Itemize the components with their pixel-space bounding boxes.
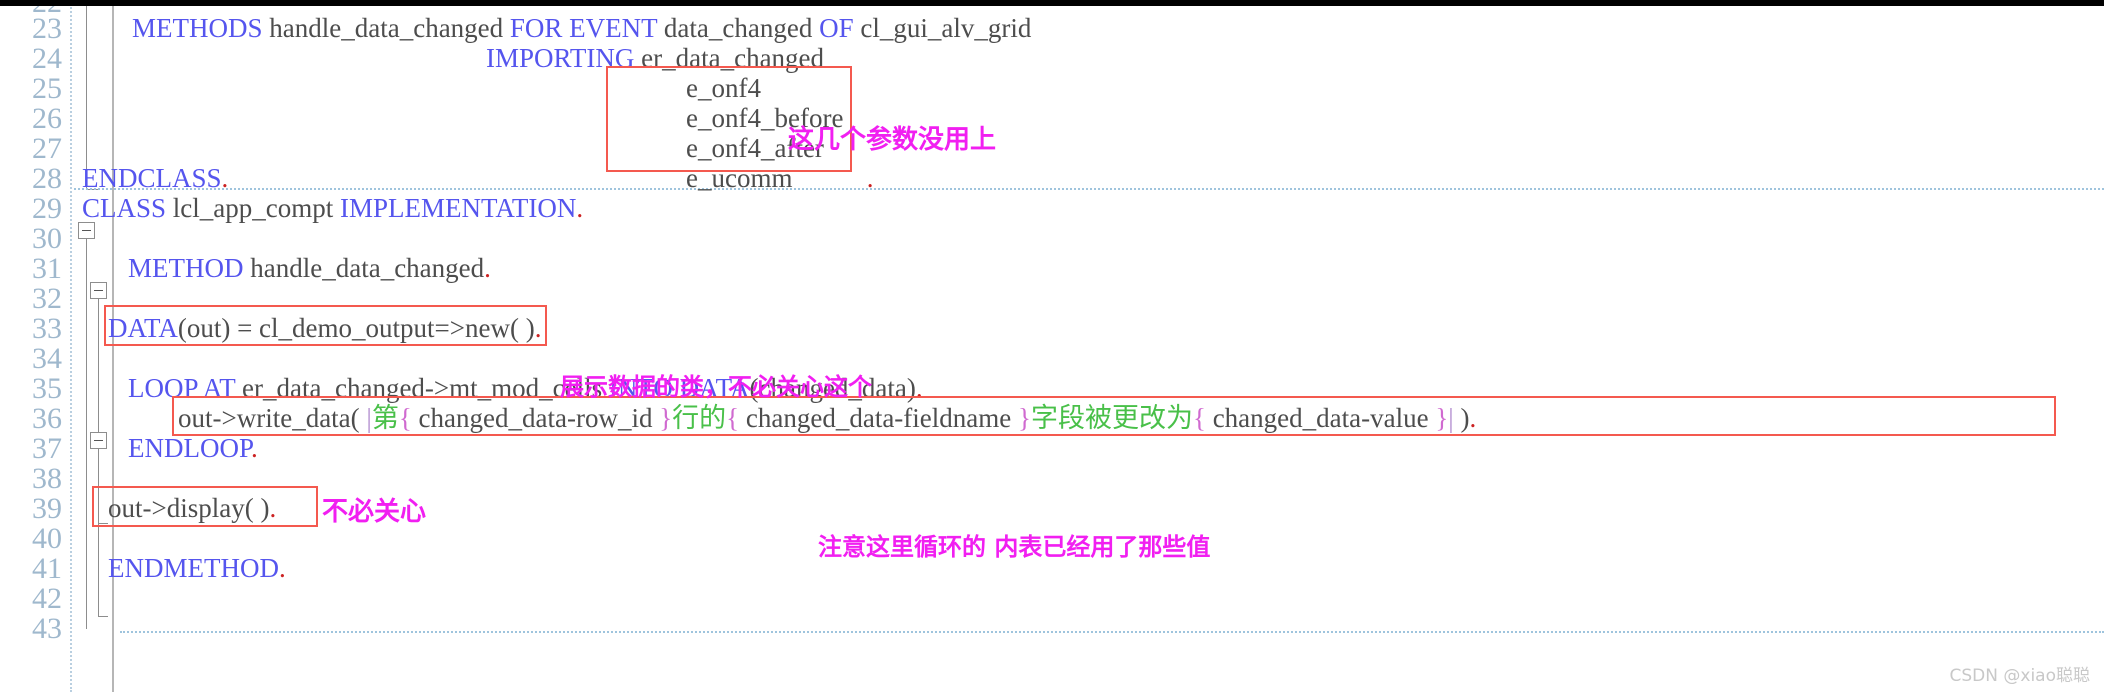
statement-period: .	[278, 553, 286, 583]
anno-unused-params: 这几个参数没用上	[788, 125, 997, 155]
anno-display-class: 展示数据的类，不必关心这个	[560, 373, 872, 401]
identifier-handler-name: handle_data_changed	[262, 13, 510, 43]
box-data-out	[104, 305, 547, 346]
line-number: 23	[32, 12, 62, 45]
keyword-of: OF	[819, 13, 854, 43]
line-number: 31	[32, 252, 62, 285]
keyword-methods: METHODS	[132, 13, 263, 43]
code-line-23[interactable]: METHODS handle_data_changed FOR EVENT da…	[132, 13, 1031, 43]
keyword-endclass: ENDCLASS	[82, 163, 222, 193]
line-number: 34	[32, 342, 62, 375]
box-display	[92, 486, 318, 527]
csdn-watermark: CSDN @xiao聪聪	[1949, 666, 2090, 686]
line-number: 29	[32, 192, 62, 225]
line-number: 24	[32, 42, 62, 75]
statement-period: .	[484, 253, 491, 283]
line-number: 26	[32, 102, 62, 135]
line-number: 38	[32, 462, 62, 495]
keyword-endmethod: ENDMETHOD	[108, 553, 279, 583]
keyword-implementation: IMPLEMENTATION	[340, 193, 577, 223]
gutter-divider	[70, 0, 72, 692]
line-number: 40	[32, 522, 62, 555]
line-number: 43	[32, 612, 62, 645]
statement-period: .	[251, 433, 258, 463]
anno-no-care: 不必关心	[322, 497, 427, 527]
code-line-32[interactable]: METHOD handle_data_changed.	[128, 253, 491, 283]
statement-period: .	[221, 163, 229, 193]
line-number: 25	[32, 72, 62, 105]
statement-period: .	[576, 193, 584, 223]
identifier-lcl-app-compt: lcl_app_compt	[166, 193, 341, 223]
top-black-strip	[0, 0, 2104, 6]
code-line-29[interactable]: ENDCLASS.	[82, 163, 228, 193]
code-editor[interactable]: 22 23 24 25 26 27 28 29 30 31 32 33 34 3…	[0, 0, 2104, 692]
keyword-method: METHOD	[128, 253, 244, 283]
statement-period: .	[866, 163, 874, 193]
line-number: 28	[32, 162, 62, 195]
line-number: 27	[32, 132, 62, 165]
line-number-gutter: 22 23 24 25 26 27 28 29 30 31 32 33 34 3…	[0, 0, 72, 692]
line-number: 42	[32, 582, 62, 615]
line-number: 41	[32, 552, 62, 585]
line-number: 30	[32, 222, 62, 255]
identifier-class-name: cl_gui_alv_grid	[853, 13, 1032, 43]
code-text-area[interactable]: METHODS handle_data_changed FOR EVENT da…	[74, 0, 2104, 692]
keyword-endloop: ENDLOOP	[128, 433, 252, 463]
line-number: 33	[32, 312, 62, 345]
code-line-38[interactable]: ENDLOOP.	[128, 433, 258, 463]
code-line-30[interactable]: CLASS lcl_app_compt IMPLEMENTATION.	[82, 193, 583, 223]
line-number: 37	[32, 432, 62, 465]
line-number: 36	[32, 402, 62, 435]
identifier-method-name: handle_data_changed	[243, 253, 485, 283]
box-write-data	[172, 396, 2056, 436]
line-number: 32	[32, 282, 62, 315]
anno-loop-note: 注意这里循环的 内表已经用了那些值	[818, 533, 1211, 561]
line-number: 39	[32, 492, 62, 525]
keyword-class: CLASS	[82, 193, 167, 223]
line-number: 35	[32, 372, 62, 405]
code-line-42[interactable]: ENDMETHOD.	[108, 553, 286, 583]
identifier-event-name: data_changed	[657, 13, 820, 43]
keyword-for-event: FOR EVENT	[509, 13, 658, 43]
